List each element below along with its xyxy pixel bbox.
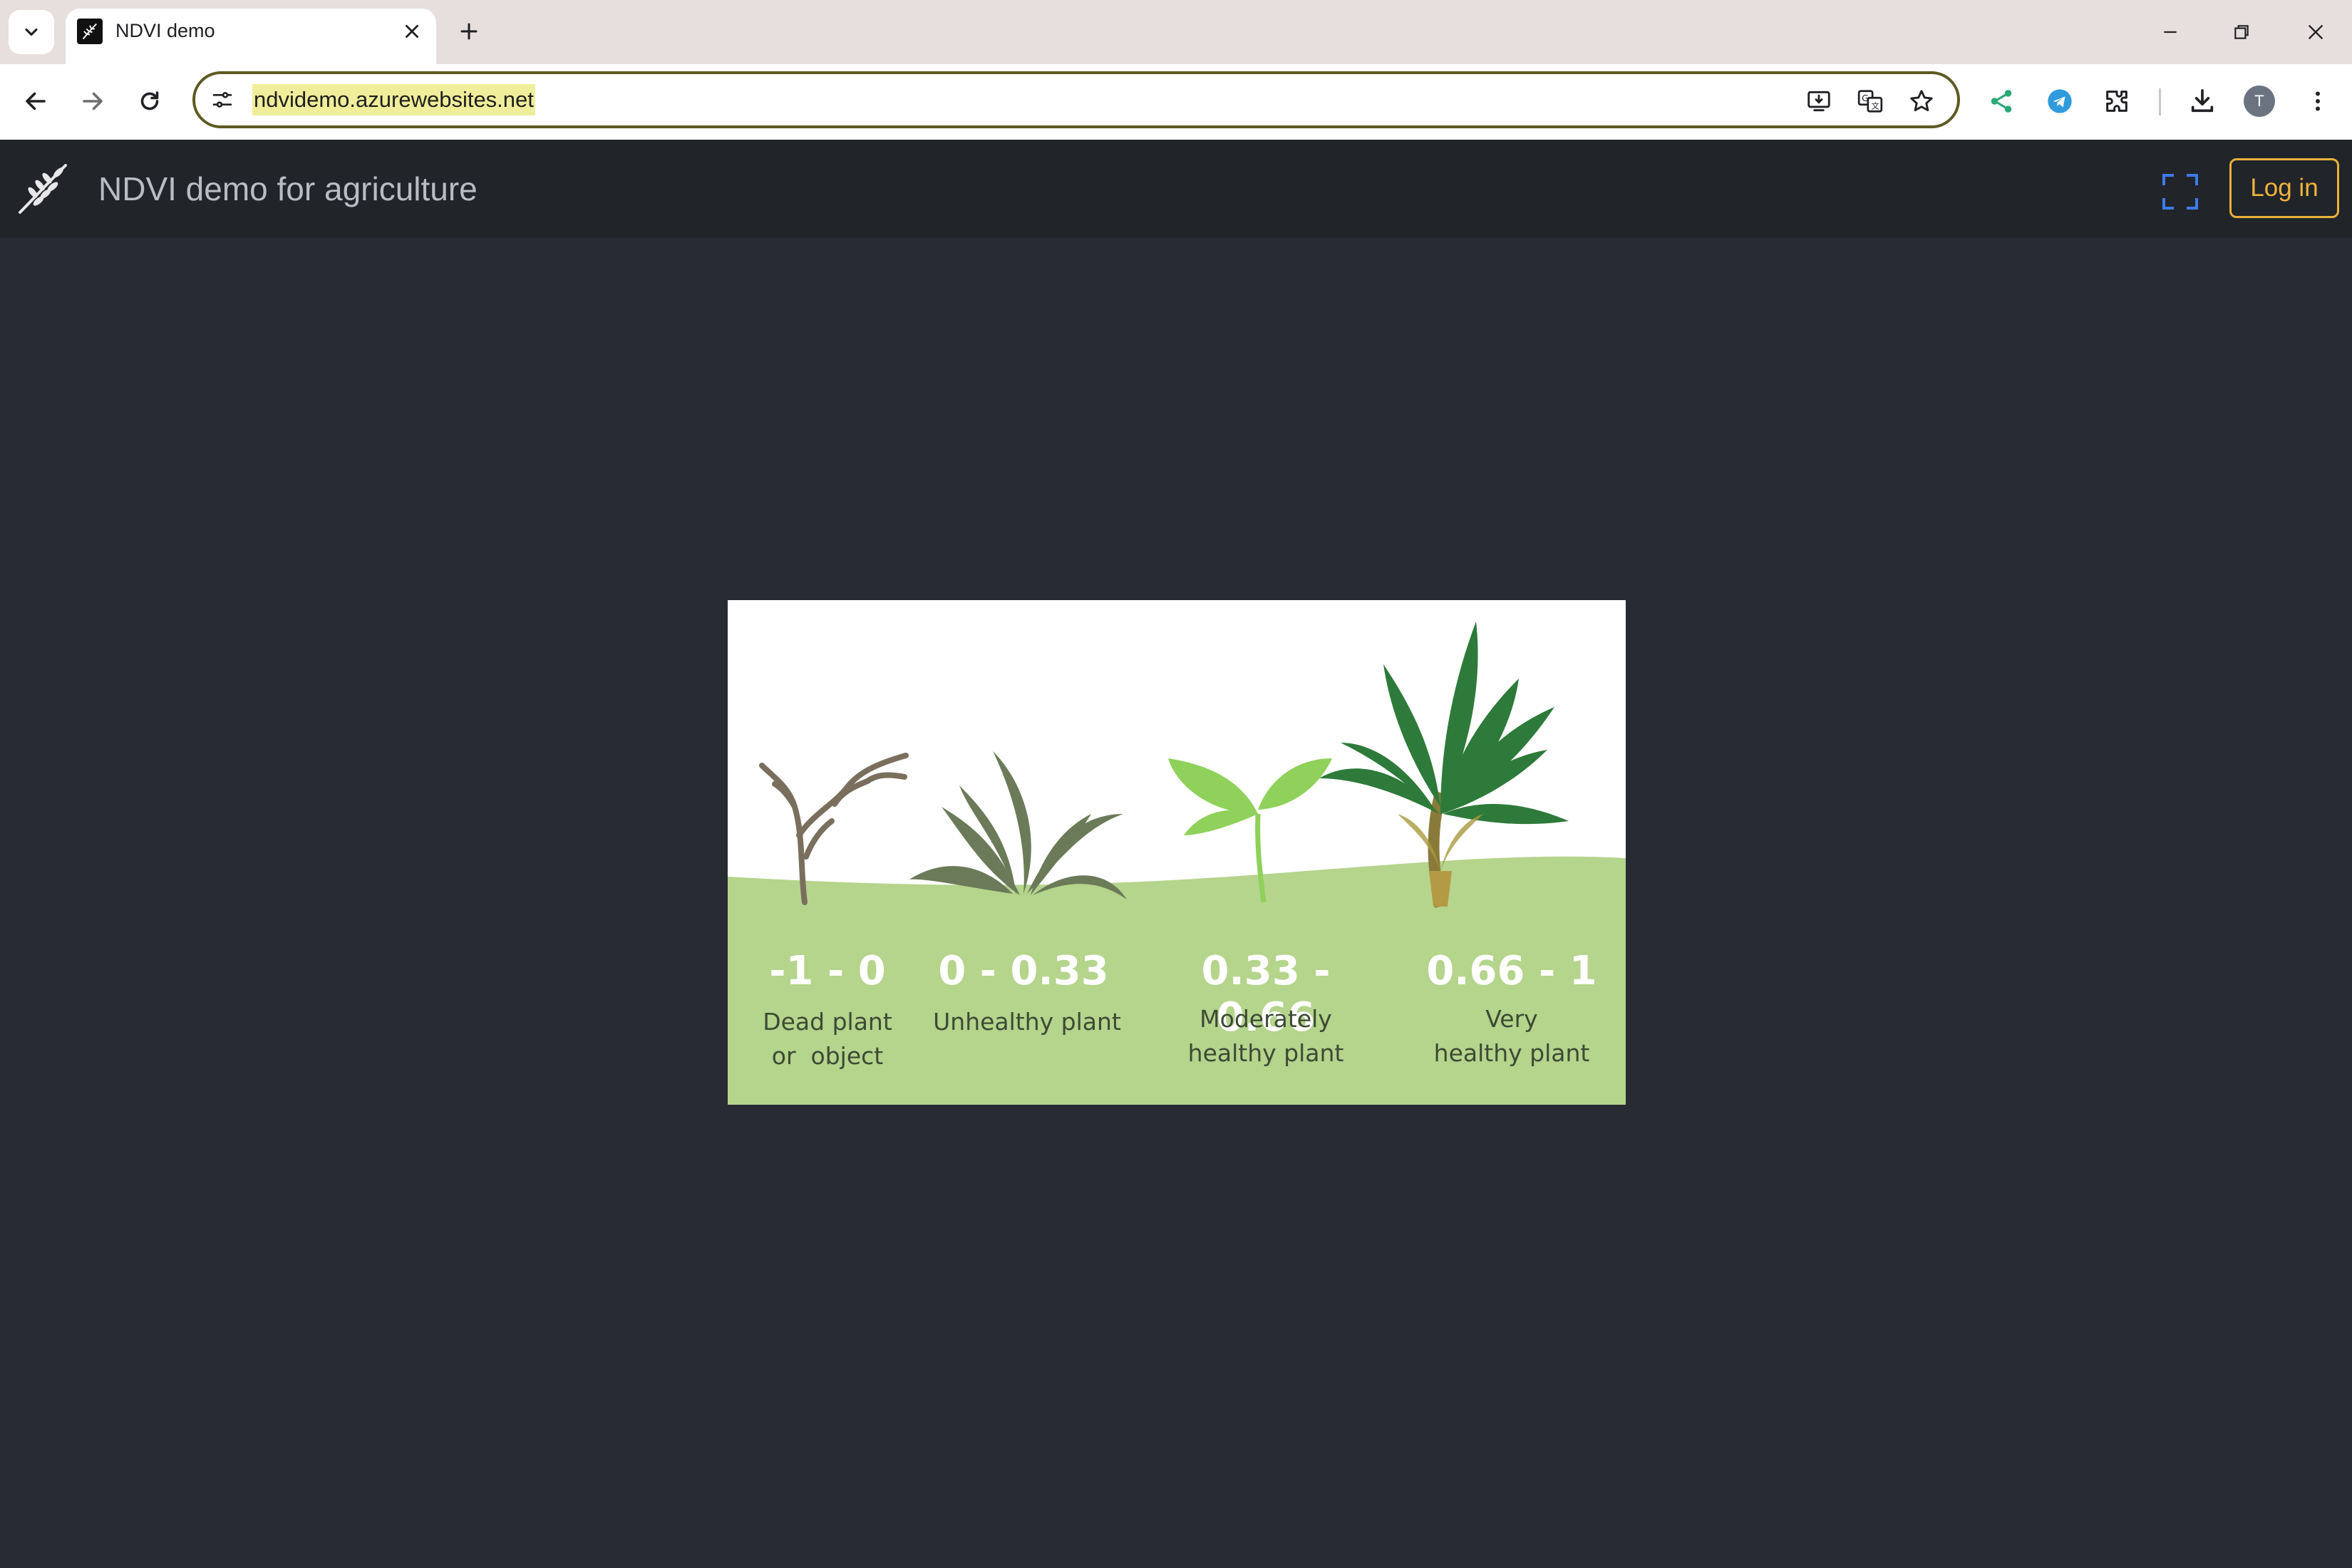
close-window-button[interactable] [2298, 14, 2333, 50]
minimize-icon [2164, 31, 2177, 33]
extensions-icon [2106, 91, 2127, 112]
reload-icon [140, 91, 159, 110]
minimize-button[interactable] [2152, 14, 2188, 50]
telegram-icon [2048, 89, 2072, 113]
unhealthy-plant-illustration [909, 751, 1127, 899]
bookmark-button[interactable] [1906, 86, 1937, 117]
chevron-down-icon [25, 28, 38, 36]
avatar: T [2244, 86, 2275, 117]
browser-tab[interactable]: NDVI demo [66, 9, 436, 64]
svg-text:G: G [1862, 93, 1869, 103]
ndvi-description: or object [771, 1042, 884, 1070]
more-icon [2316, 91, 2320, 111]
telegram-extension-button[interactable] [2041, 83, 2078, 120]
browser-menu-button[interactable] [2299, 83, 2336, 120]
login-button[interactable]: Log in [2229, 158, 2339, 218]
ndvi-legend-image: -1 - 0 0 - 0.33 0.33 - 0.66 0.66 - 1 Dea… [728, 600, 1626, 1105]
download-icon [2191, 89, 2214, 113]
translate-icon: G文 [1857, 90, 1883, 113]
toolbar-separator [2159, 88, 2161, 115]
profile-button[interactable]: T [2241, 83, 2278, 120]
share-icon [1991, 90, 2012, 113]
forward-icon [83, 92, 103, 110]
browser-tabstrip: NDVI demo [0, 0, 2352, 64]
ndvi-description: healthy plant [1187, 1039, 1344, 1067]
plus-icon [460, 23, 478, 40]
ndvi-range-label: 0.66 - 1 [1426, 948, 1597, 994]
share-button[interactable] [1983, 83, 2020, 120]
main-content: -1 - 0 0 - 0.33 0.33 - 0.66 0.66 - 1 Dea… [0, 238, 2352, 1568]
ndvi-range-label: 0 - 0.33 [938, 948, 1109, 994]
app-title[interactable]: NDVI demo for agriculture [98, 170, 478, 208]
tab-close-button[interactable] [398, 17, 426, 46]
ndvi-description: Moderately [1200, 1005, 1332, 1033]
browser-toolbar: ndvidemo.azurewebsites.net G文 T [0, 64, 2352, 140]
close-icon [406, 25, 418, 38]
ndvi-description: Very [1485, 1005, 1538, 1033]
site-settings-icon [212, 92, 232, 108]
translate-button[interactable]: G文 [1855, 86, 1886, 117]
tab-favicon-icon [77, 19, 103, 44]
reload-button[interactable] [130, 81, 170, 121]
downloads-button[interactable] [2184, 83, 2221, 120]
ndvi-range-label: -1 - 0 [769, 948, 886, 994]
ndvi-description: healthy plant [1433, 1039, 1590, 1067]
ndvi-description: Unhealthy plant [933, 1008, 1121, 1036]
svg-text:文: 文 [1872, 100, 1879, 110]
close-icon [2308, 24, 2323, 40]
back-icon [26, 92, 46, 110]
back-button[interactable] [16, 81, 56, 121]
forward-button[interactable] [73, 81, 113, 121]
url-text[interactable]: ndvidemo.azurewebsites.net [252, 84, 535, 115]
address-bar[interactable]: ndvidemo.azurewebsites.net G文 [192, 71, 1960, 128]
tab-title: NDVI demo [115, 20, 215, 41]
install-icon [1807, 91, 1830, 112]
install-app-button[interactable] [1803, 86, 1835, 117]
restore-icon [2234, 25, 2249, 39]
tab-search-button[interactable] [9, 10, 54, 54]
wheat-logo-icon[interactable] [17, 161, 71, 215]
new-tab-button[interactable] [453, 16, 485, 47]
star-icon [1910, 90, 1933, 112]
app-header: NDVI demo for agriculture Log in [0, 140, 2352, 238]
extensions-button[interactable] [2098, 83, 2135, 120]
fullscreen-icon[interactable] [2161, 172, 2199, 211]
ndvi-description: Dead plant [763, 1008, 892, 1036]
site-settings-button[interactable] [208, 86, 237, 114]
restore-button[interactable] [2224, 14, 2259, 50]
